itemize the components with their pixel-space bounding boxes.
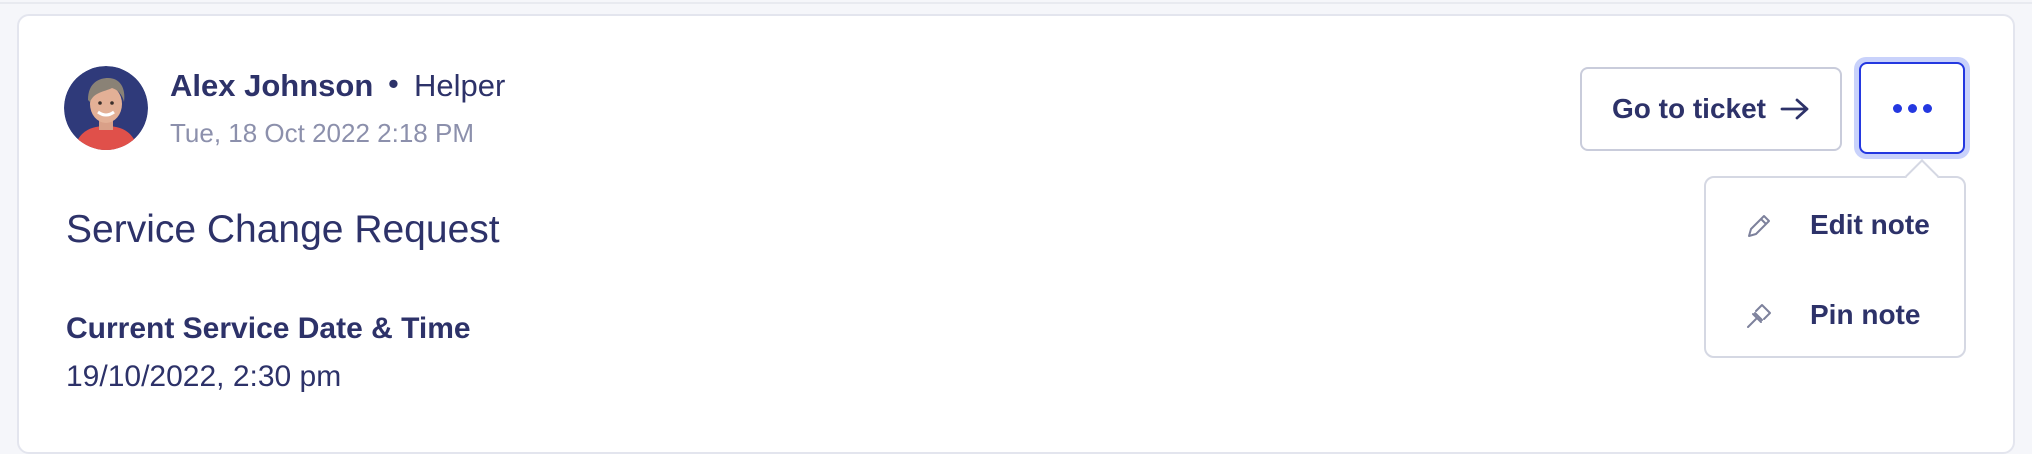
avatar-image — [64, 66, 148, 150]
author-role: Helper — [414, 68, 506, 103]
more-horizontal-icon — [1892, 103, 1902, 113]
more-horizontal-icon — [1922, 103, 1932, 113]
note-title: Service Change Request — [66, 208, 500, 251]
menu-item-edit-note[interactable]: Edit note — [1706, 180, 1964, 270]
pin-icon — [1747, 304, 1771, 328]
menu-item-label: Edit note — [1810, 209, 1930, 240]
menu-item-pin-note[interactable]: Pin note — [1706, 270, 1964, 360]
go-to-ticket-button[interactable]: Go to ticket — [1580, 67, 1842, 151]
author-name: Alex Johnson — [170, 68, 374, 103]
more-options-button[interactable] — [1859, 62, 1965, 154]
top-divider — [0, 0, 2032, 4]
field-value: 19/10/2022, 2:30 pm — [66, 360, 342, 393]
pencil-icon — [1748, 215, 1770, 237]
separator-dot: • — [388, 66, 399, 101]
author-avatar — [64, 66, 148, 150]
menu-item-label: Pin note — [1810, 299, 1921, 330]
options-menu: Edit note Pin note — [1704, 176, 1966, 358]
go-to-ticket-label: Go to ticket — [1611, 93, 1766, 124]
more-horizontal-icon — [1907, 103, 1917, 113]
note-timestamp: Tue, 18 Oct 2022 2:18 PM — [170, 118, 474, 148]
field-label: Current Service Date & Time — [66, 312, 471, 345]
arrow-right-icon — [1780, 98, 1809, 120]
